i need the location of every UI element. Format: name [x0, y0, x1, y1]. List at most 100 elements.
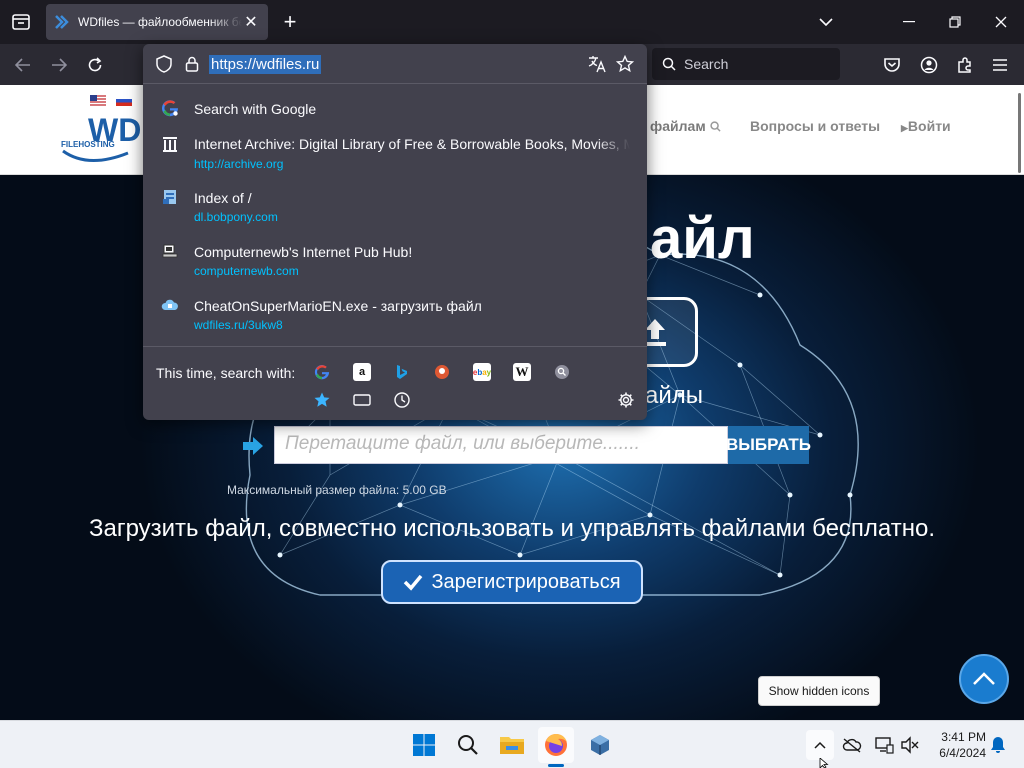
forward-arrow-icon — [52, 58, 67, 72]
archive-icon — [163, 137, 177, 152]
show-hidden-icons-button[interactable] — [806, 730, 834, 760]
search-engine-icon[interactable] — [553, 363, 571, 381]
active-app-indicator — [548, 764, 564, 767]
account-button[interactable] — [917, 53, 941, 77]
new-tab-button[interactable]: + — [278, 8, 302, 36]
search-placeholder: Search — [684, 56, 729, 72]
taskbar-search-button[interactable] — [450, 727, 486, 763]
nav-search-files-link[interactable]: файлам — [650, 118, 721, 134]
tracking-protection-shield-icon[interactable] — [155, 55, 173, 73]
register-button[interactable]: Зарегистрироваться — [381, 560, 643, 604]
volume-tray-button[interactable] — [898, 733, 922, 757]
duckduckgo-engine-icon[interactable] — [433, 363, 451, 381]
hero-subtitle: айлы — [645, 382, 704, 409]
page-scrollbar[interactable] — [1018, 93, 1021, 173]
network-icon — [875, 737, 894, 754]
system-clock[interactable]: 3:41 PM 6/4/2024 — [928, 729, 986, 761]
hamburger-menu-icon — [993, 59, 1007, 71]
ebay-engine-icon[interactable]: ebay — [473, 363, 491, 381]
tab-bar: WDfiles — файлообменник бе ✕ + — [0, 0, 1024, 44]
reload-button[interactable] — [82, 52, 108, 78]
max-file-size-text: Максимальный размер файла: 5.00 GB — [227, 483, 447, 497]
tab-list-icon — [12, 14, 30, 30]
reload-icon — [88, 57, 102, 72]
pocket-button[interactable] — [880, 53, 904, 77]
tab-overflow-chevron-icon[interactable] — [814, 10, 838, 34]
forward-button[interactable] — [46, 52, 72, 78]
tab-close-button[interactable]: ✕ — [242, 12, 260, 32]
network-tray-button[interactable] — [872, 733, 896, 757]
start-button[interactable] — [406, 727, 442, 763]
lock-icon[interactable] — [183, 55, 201, 73]
search-with-label: This time, search with: — [156, 365, 296, 381]
checkmark-icon — [404, 574, 423, 591]
list-all-tabs-button[interactable] — [8, 8, 34, 36]
mouse-cursor-icon — [819, 758, 829, 768]
pub-icon — [162, 244, 178, 258]
bookmarks-star-icon[interactable] — [313, 391, 331, 409]
app-menu-button[interactable] — [988, 53, 1012, 77]
caret-right-icon: ▶ — [901, 123, 908, 133]
nav-faq-link[interactable]: Вопросы и ответы — [750, 118, 880, 134]
url-text[interactable]: https://wdfiles.ru — [209, 55, 322, 74]
onedrive-tray-button[interactable] — [840, 733, 864, 757]
show-hidden-icons-tooltip: Show hidden icons — [758, 676, 880, 706]
back-button[interactable] — [10, 52, 36, 78]
notifications-button[interactable] — [986, 733, 1010, 757]
history-clock-icon[interactable] — [393, 391, 411, 409]
choose-file-button[interactable]: ВЫБРАТЬ — [726, 426, 811, 464]
folder-page-icon — [163, 190, 176, 204]
arrow-right-icon — [243, 437, 263, 455]
file-explorer-button[interactable] — [494, 727, 530, 763]
hero-title: айл — [650, 206, 755, 271]
nav-login-link[interactable]: ▶Войти — [901, 118, 951, 134]
window-close-button[interactable] — [978, 0, 1024, 44]
svg-text:FILEHOSTING: FILEHOSTING — [61, 140, 115, 149]
search-icon — [458, 735, 478, 755]
search-icon — [662, 57, 676, 71]
bookmark-star-icon[interactable] — [616, 55, 634, 73]
amazon-engine-icon[interactable]: a — [353, 363, 371, 381]
chevron-up-icon — [814, 741, 826, 749]
extensions-button[interactable] — [953, 53, 977, 77]
wdfiles-favicon-icon — [55, 15, 69, 29]
windows-logo-icon — [413, 734, 435, 756]
search-settings-gear-icon[interactable] — [617, 391, 635, 409]
google-engine-icon[interactable] — [313, 363, 331, 381]
file-drop-field[interactable]: Перетащите файл, или выберите....... — [274, 426, 728, 464]
result-wdfiles-file[interactable]: CheatOnSuperMarioEN.exe - загрузить файл… — [143, 294, 647, 340]
one-off-search-row: This time, search with: a ebay W — [143, 346, 647, 420]
result-bobpony[interactable]: Index of / dl.bobpony.com — [143, 186, 647, 232]
result-search-google[interactable]: Search with Google — [143, 92, 647, 124]
account-icon — [920, 56, 938, 74]
chevron-up-icon — [973, 672, 995, 685]
folder-icon — [500, 737, 524, 754]
firefox-icon — [545, 734, 567, 756]
clock-time: 3:41 PM — [941, 730, 986, 744]
google-icon — [162, 100, 178, 117]
tabs-icon[interactable] — [353, 391, 371, 409]
pocket-icon — [884, 58, 900, 72]
bing-engine-icon[interactable] — [393, 363, 411, 381]
puzzle-icon — [958, 57, 971, 73]
volume-muted-icon — [901, 736, 919, 754]
taskbar: 3:41 PM 6/4/2024 — [0, 720, 1024, 768]
tab-title: WDfiles — файлообменник бе — [78, 15, 242, 29]
window-restore-button[interactable] — [932, 0, 978, 44]
firefox-taskbar-button[interactable] — [538, 727, 574, 763]
translate-icon[interactable] — [588, 55, 606, 73]
wikipedia-engine-icon[interactable]: W — [513, 363, 531, 381]
cloud-icon — [161, 299, 178, 310]
scroll-to-top-button[interactable] — [959, 654, 1009, 704]
window-minimize-button[interactable] — [886, 0, 932, 44]
tagline: Загрузить файл, совместно использовать и… — [88, 515, 936, 542]
virtualbox-taskbar-button[interactable] — [582, 727, 618, 763]
result-computernewb[interactable]: Computernewb's Internet Pub Hub! compute… — [143, 240, 647, 286]
url-input[interactable]: https://wdfiles.ru — [143, 44, 647, 84]
result-archive[interactable]: Internet Archive: Digital Library of Fre… — [143, 132, 647, 178]
search-bar[interactable]: Search — [652, 48, 840, 80]
urlbar-dropdown: https://wdfiles.ru Search with Google In… — [143, 44, 647, 420]
clock-date: 6/4/2024 — [939, 746, 986, 760]
bell-icon — [991, 737, 1005, 753]
browser-tab[interactable]: WDfiles — файлообменник бе ✕ — [46, 4, 268, 40]
